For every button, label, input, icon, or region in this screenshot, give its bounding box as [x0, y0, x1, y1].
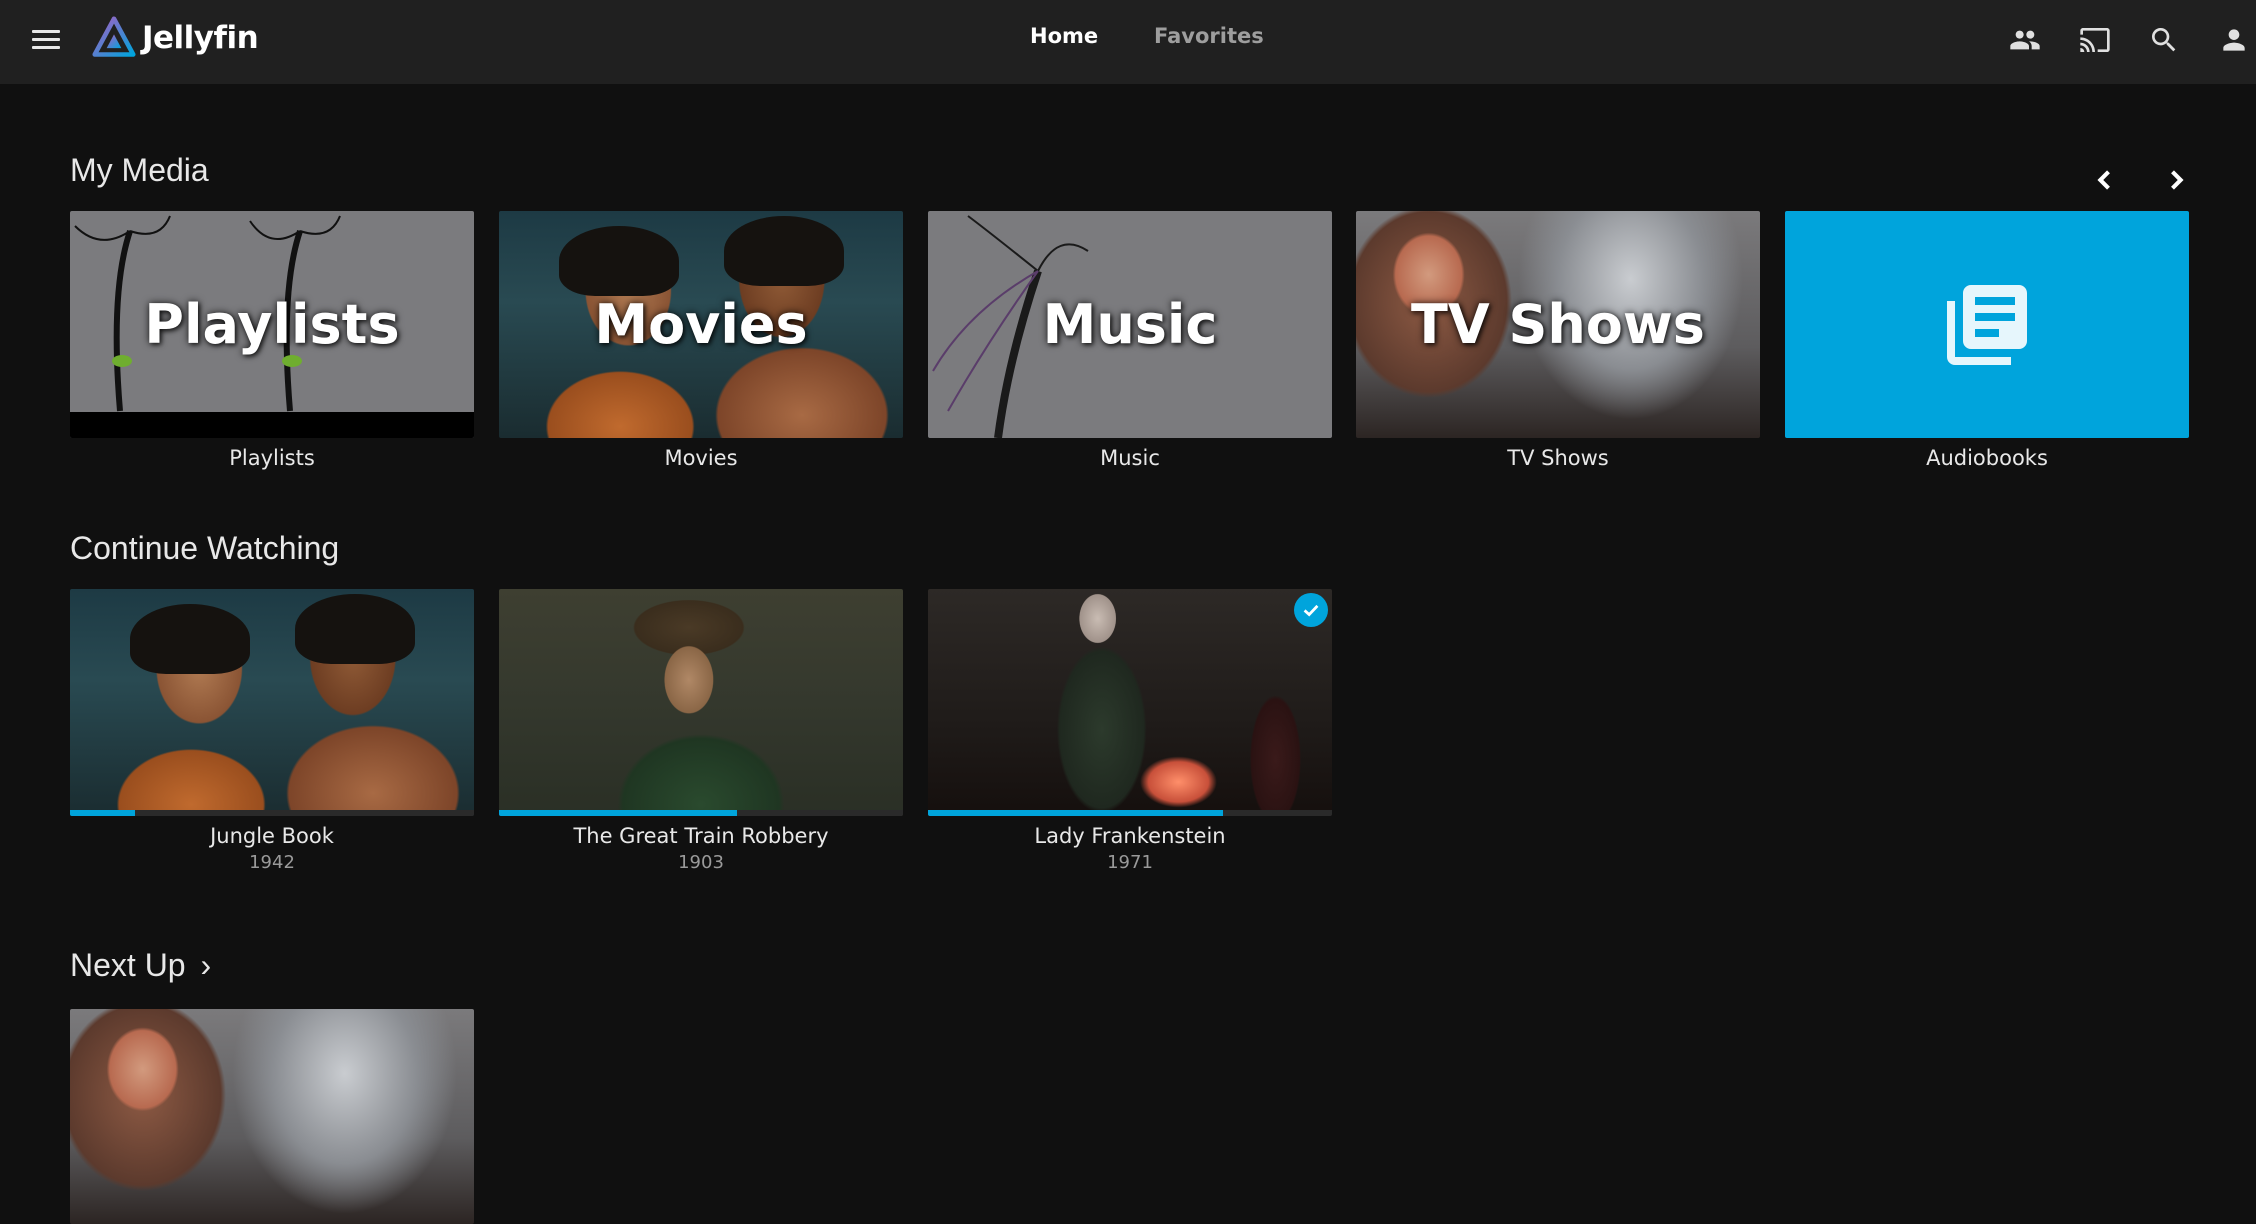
progress-bar — [499, 810, 903, 816]
hamburger-menu-icon[interactable] — [30, 24, 62, 56]
progress-bar — [928, 810, 1332, 816]
scroll-left-icon[interactable] — [2085, 160, 2125, 200]
progress-fill — [928, 810, 1223, 816]
top-bar: Jellyfin Home Favorites — [0, 0, 2256, 84]
continue-card-image[interactable] — [928, 589, 1332, 816]
cast-icon[interactable] — [2075, 20, 2115, 60]
continue-card-image[interactable] — [70, 589, 474, 816]
continue-card-image[interactable] — [499, 589, 903, 816]
next-up-label: Next Up — [70, 947, 186, 983]
jellyfin-logo[interactable]: Jellyfin — [92, 16, 259, 60]
media-card-image[interactable] — [1785, 211, 2189, 438]
continue-card-jungle-book: Jungle Book 1942 — [70, 589, 474, 873]
card-year: 1942 — [249, 852, 295, 873]
card-title[interactable]: Jungle Book — [70, 824, 474, 848]
card-year: 1903 — [678, 852, 724, 873]
media-card-audiobooks: Audiobooks — [1785, 211, 2189, 470]
chevron-right-icon: › — [200, 947, 212, 983]
media-card-image[interactable]: TV Shows — [1356, 211, 1760, 438]
next-up-card — [70, 1009, 474, 1224]
progress-bar — [70, 810, 474, 816]
card-overlay-title: Playlists — [144, 293, 400, 356]
media-card-playlists: Playlists Playlists — [70, 211, 474, 470]
continue-card-great-train-robbery: The Great Train Robbery 1903 — [499, 589, 903, 873]
user-icon[interactable] — [2214, 20, 2254, 60]
media-card-movies: Movies Movies — [499, 211, 903, 470]
section-title-continue-watching: Continue Watching — [70, 530, 340, 566]
artwork-hair — [295, 594, 415, 664]
jellyfin-logo-icon — [92, 16, 136, 57]
card-overlay-title: Movies — [594, 293, 808, 356]
card-year: 1971 — [1107, 852, 1153, 873]
continue-card-lady-frankenstein: Lady Frankenstein 1971 — [928, 589, 1332, 873]
card-label[interactable]: Playlists — [70, 446, 474, 470]
media-card-image[interactable]: Movies — [499, 211, 903, 438]
progress-fill — [70, 810, 135, 816]
card-label[interactable]: Music — [928, 446, 1332, 470]
progress-fill — [499, 810, 738, 816]
search-icon[interactable] — [2144, 20, 2184, 60]
card-title[interactable]: Lady Frankenstein — [928, 824, 1332, 848]
syncplay-icon[interactable] — [2005, 20, 2045, 60]
card-overlay-title: TV Shows — [1411, 293, 1705, 356]
media-card-music: Music Music — [928, 211, 1332, 470]
book-icon — [1947, 284, 2027, 365]
scroll-right-icon[interactable] — [2156, 160, 2196, 200]
card-label[interactable]: Audiobooks — [1785, 446, 2189, 470]
tab-home[interactable]: Home — [1030, 24, 1098, 48]
section-title-my-media: My Media — [70, 152, 209, 188]
card-title[interactable]: The Great Train Robbery — [499, 824, 903, 848]
media-card-image[interactable]: Playlists — [70, 211, 474, 438]
played-check-icon[interactable] — [1294, 593, 1328, 627]
section-title-next-up[interactable]: Next Up › — [70, 947, 211, 984]
card-label[interactable]: Movies — [499, 446, 903, 470]
artwork-hair — [130, 604, 250, 674]
media-card-image[interactable]: Music — [928, 211, 1332, 438]
card-label[interactable]: TV Shows — [1356, 446, 1760, 470]
media-card-tv-shows: TV Shows TV Shows — [1356, 211, 1760, 470]
app-name: Jellyfin — [142, 20, 259, 56]
tab-favorites[interactable]: Favorites — [1154, 24, 1264, 48]
next-up-card-image[interactable] — [70, 1009, 474, 1224]
card-overlay-title: Music — [1042, 293, 1218, 356]
